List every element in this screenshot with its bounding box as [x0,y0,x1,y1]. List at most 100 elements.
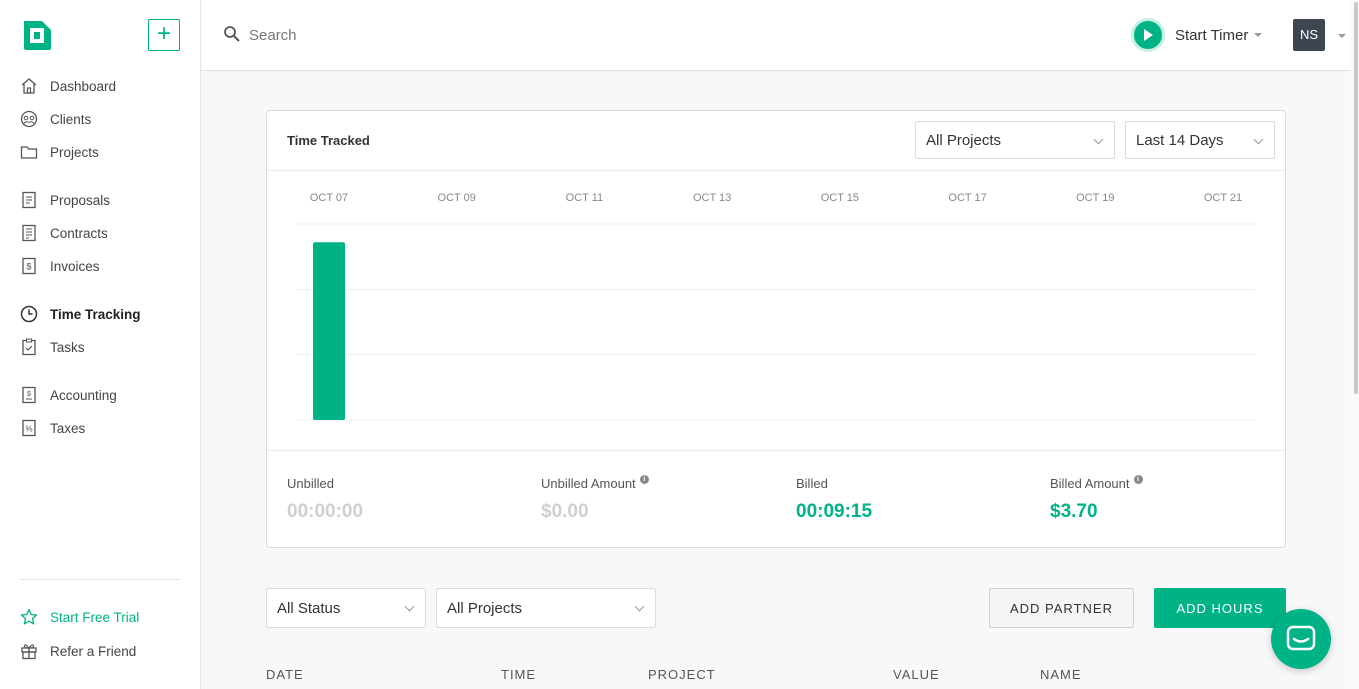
document-icon [20,191,38,209]
svg-text:$: $ [27,391,31,398]
status-filter-value: All Status [277,599,341,617]
x-tick-label: OCT 15 [821,192,859,204]
column-header-value[interactable]: VALUE [893,667,940,682]
refer-a-friend-link[interactable]: Refer a Friend [20,639,136,663]
project-filter-select[interactable]: All Projects [915,121,1115,159]
column-header-name[interactable]: NAME [1040,667,1082,682]
stat-label: Billed [796,476,872,491]
projects-filter-select[interactable]: All Projects [436,588,656,628]
invoice-icon: $ [20,257,38,275]
clock-icon [20,305,38,323]
sidebar-item-label: Accounting [50,387,117,403]
stat-unbilled-amount: Unbilled Amount i $0.00 [541,475,649,523]
sidebar-item-clients[interactable]: Clients [20,107,91,131]
contract-icon [20,224,38,242]
x-tick-label: OCT 09 [438,192,476,204]
accounting-icon: $ [20,386,38,404]
sidebar-item-label: Taxes [50,420,86,436]
x-tick-label: OCT 19 [1076,192,1114,204]
column-header-time[interactable]: TIME [501,667,536,682]
sidebar-item-proposals[interactable]: Proposals [20,188,110,212]
sidebar-item-projects[interactable]: Projects [20,140,99,164]
chevron-down-icon [1093,134,1104,145]
stat-value: $3.70 [1050,501,1098,522]
column-header-project[interactable]: PROJECT [648,667,716,682]
folder-icon [20,143,38,161]
app-logo-icon[interactable] [20,19,53,52]
svg-text:%: % [25,425,32,434]
sidebar-item-invoices[interactable]: $ Invoices [20,254,100,278]
clients-icon [20,110,38,128]
info-icon[interactable]: i [1133,475,1143,484]
stat-label-text: Unbilled Amount [541,476,636,491]
sidebar-item-label: Proposals [50,192,111,208]
sidebar-item-tasks[interactable]: Tasks [20,335,85,359]
search-icon [224,26,240,42]
stat-label: Unbilled [287,476,363,491]
stat-value: 00:09:15 [796,501,873,522]
chart-footer-divider [267,450,1285,451]
x-tick-label: OCT 21 [1204,192,1242,204]
add-new-button[interactable]: + [148,19,180,51]
chevron-down-icon [1254,33,1263,37]
chat-icon [1286,625,1316,651]
sidebar-divider [20,579,180,580]
start-free-trial-label: Start Free Trial [50,609,140,625]
add-hours-button[interactable]: ADD HOURS [1154,588,1286,628]
sidebar-item-taxes[interactable]: % Taxes [20,416,85,440]
avatar[interactable]: NS [1293,19,1325,51]
card-title: Time Tracked [287,133,370,148]
column-header-date[interactable]: DATE [266,667,304,682]
date-range-select[interactable]: Last 14 Days [1125,121,1275,159]
status-filter-select[interactable]: All Status [266,588,426,628]
x-tick-label: OCT 11 [566,192,604,204]
x-tick-label: OCT 17 [948,192,986,204]
clipboard-check-icon [20,338,38,356]
gift-icon [20,642,38,660]
stat-label-text: Unbilled [287,476,334,491]
sidebar-item-accounting[interactable]: $ Accounting [20,383,117,407]
time-tracked-chart: OCT 07 OCT 09 OCT 11 OCT 13 OCT 15 OCT 17 OCT … [297,192,1255,421]
stat-billed: Billed 00:09:15 [796,476,872,523]
x-tick-label: OCT 07 [310,192,348,204]
stat-value: 00:00:00 [287,501,364,522]
time-tracked-card: Time Tracked All Projects Last 14 Days O… [266,110,1286,548]
start-timer-button[interactable]: Start Timer [1131,18,1263,52]
search-input[interactable] [249,22,649,48]
star-icon [20,608,38,626]
stat-label-text: Billed [796,476,828,491]
sidebar-item-label: Clients [50,111,92,127]
stat-label: Billed Amount i [1050,475,1143,491]
stat-value: $0.00 [541,501,589,522]
sidebar-item-label: Tasks [50,339,85,355]
info-icon[interactable]: i [639,475,649,484]
sidebar-item-label: Invoices [50,258,100,274]
percent-doc-icon: % [20,419,38,437]
stat-label-text: Billed Amount [1050,476,1130,491]
avatar-chevron-down-icon[interactable] [1338,34,1346,38]
svg-text:$: $ [26,262,31,272]
projects-filter-value: All Projects [447,599,523,617]
sidebar-item-label: Projects [50,144,99,160]
start-timer-label: Start Timer [1175,26,1249,44]
start-free-trial-link[interactable]: Start Free Trial [20,605,139,629]
sidebar-item-label: Contracts [50,225,108,241]
add-partner-button[interactable]: ADD PARTNER [989,588,1134,628]
date-range-value: Last 14 Days [1136,131,1224,149]
x-tick-label: OCT 13 [693,192,731,204]
sidebar-item-time-tracking[interactable]: Time Tracking [20,302,141,326]
refer-a-friend-label: Refer a Friend [50,643,137,659]
stat-unbilled: Unbilled 00:00:00 [287,476,363,523]
scrollbar-thumb[interactable] [1354,2,1358,394]
stat-label: Unbilled Amount i [541,475,649,491]
sidebar-item-label: Time Tracking [50,306,141,322]
chart-bar[interactable] [313,242,345,420]
project-filter-value: All Projects [926,131,1002,149]
sidebar-item-dashboard[interactable]: Dashboard [20,74,116,98]
home-icon [20,77,38,95]
chat-button[interactable] [1271,609,1331,669]
sidebar-item-contracts[interactable]: Contracts [20,221,108,245]
sidebar-item-label: Dashboard [50,78,117,94]
stat-billed-amount: Billed Amount i $3.70 [1050,475,1143,523]
top-bar: Start Timer NS [201,0,1351,71]
